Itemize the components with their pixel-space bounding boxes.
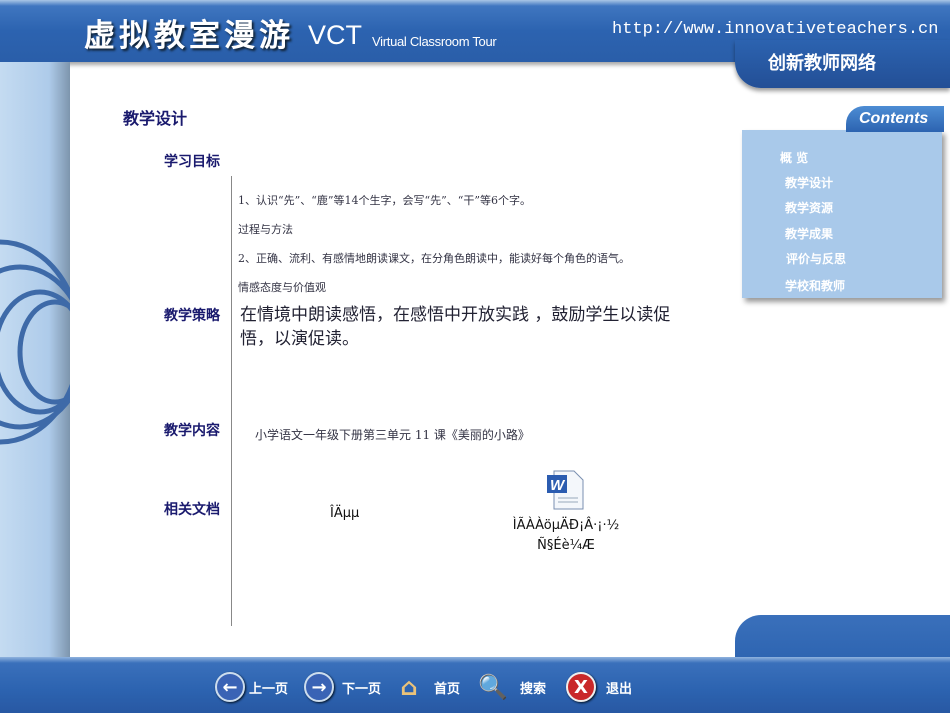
prev-label: 上一页: [249, 681, 289, 697]
footer-bar: [0, 657, 950, 713]
search-label: 搜索: [520, 681, 547, 697]
arrow-right-icon: →: [304, 672, 334, 702]
next-label: 下一页: [342, 681, 382, 697]
site-url[interactable]: http://www.innovativeteachers.cn: [612, 20, 938, 39]
goal-line: 2、正确、流利、有感情地朗读课文，在分角色朗读中，能读好每个角色的语气。: [238, 252, 630, 265]
goal-line: 过程与方法: [238, 223, 293, 236]
strategy-text: 在情境中朗读感悟，在感悟中开放实践 ，鼓励学生以读促悟，以演促读。: [240, 305, 671, 349]
menu-item-school[interactable]: 学校和教师: [785, 277, 845, 294]
home-label: 首页: [434, 681, 461, 697]
menu-item-resources[interactable]: 教学资源: [785, 199, 833, 216]
menu-item-reflection[interactable]: 评价与反思: [786, 250, 846, 267]
magnifier-icon: 🔍: [478, 673, 508, 701]
label-strategy: 教学策略: [164, 308, 220, 324]
doc-link[interactable]: ÎÄµµ: [330, 506, 359, 521]
goal-line: 情感态度与价值观: [238, 281, 326, 294]
label-docs: 相关文档: [164, 502, 220, 518]
label-goals: 学习目标: [164, 154, 220, 170]
divider: [231, 176, 232, 626]
menu-item-design[interactable]: 教学设计: [785, 174, 833, 191]
search-button[interactable]: 🔍 搜索: [478, 672, 546, 702]
next-page-button[interactable]: → 下一页: [304, 672, 381, 702]
exit-button[interactable]: X 退出: [566, 672, 632, 702]
goal-line: 1、认识“先”、“鹿”等14个生字，会写“先”、“干”等6个字。: [238, 194, 531, 207]
app-title: 虚拟教室漫游: [84, 18, 294, 54]
left-decoration: [0, 62, 70, 657]
org-name: 创新教师网络: [768, 53, 876, 74]
prev-page-button[interactable]: ← 上一页: [215, 672, 288, 702]
home-icon: ⌂: [400, 673, 418, 701]
doc-link[interactable]: ÌÃÀÀöµÄÐ¡Â·¡·½ Ñ§Éè¼Æ: [500, 516, 632, 556]
close-x-icon: X: [566, 672, 596, 702]
app-subtitle: Virtual Classroom Tour: [372, 34, 497, 49]
word-document-icon[interactable]: W: [546, 470, 584, 510]
arrow-left-icon: ←: [215, 672, 245, 702]
menu-item-results[interactable]: 教学成果: [785, 225, 833, 242]
doc-name-line1: ÌÃÀÀöµÄÐ¡Â·¡·½: [512, 518, 620, 533]
menu-item-overview[interactable]: 概 览: [780, 149, 808, 166]
svg-text:W: W: [550, 477, 566, 494]
home-button[interactable]: ⌂ 首页: [394, 672, 460, 702]
contents-panel: [742, 130, 942, 298]
content-text: 小学语文一年级下册第三单元 11 课《美丽的小路》: [255, 428, 530, 442]
label-content: 教学内容: [164, 423, 220, 439]
exit-label: 退出: [606, 681, 633, 697]
doc-name-line2: Ñ§Éè¼Æ: [537, 538, 595, 553]
section-title: 教学设计: [123, 109, 188, 128]
contents-tab: Contents: [846, 106, 944, 132]
app-title-vct: VCT: [308, 20, 362, 50]
rings-decoration-icon: [0, 239, 70, 445]
